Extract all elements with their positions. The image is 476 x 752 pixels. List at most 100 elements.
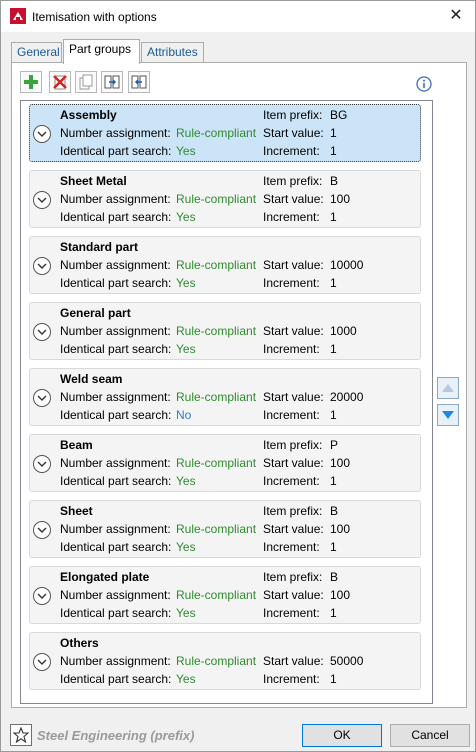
item-prefix-value: BG <box>330 108 348 122</box>
expand-button[interactable] <box>33 191 51 209</box>
increment-label: Increment: <box>263 408 320 422</box>
configuration-label: Steel Engineering (prefix) <box>37 728 195 743</box>
info-icon[interactable] <box>416 76 432 92</box>
number-assignment-value[interactable]: Rule-compliant <box>176 522 256 536</box>
item-prefix-label: Item prefix: <box>263 108 323 122</box>
increment-label: Increment: <box>263 144 320 158</box>
list-item-beam[interactable]: Beam Number assignment: Rule-compliant I… <box>29 434 421 492</box>
number-assignment-value[interactable]: Rule-compliant <box>176 456 256 470</box>
increment-value: 1 <box>330 606 337 620</box>
identical-part-search-label: Identical part search: <box>60 408 172 422</box>
number-assignment-value[interactable]: Rule-compliant <box>176 126 256 140</box>
ok-button[interactable]: OK <box>302 724 382 747</box>
expand-button[interactable] <box>33 323 51 341</box>
window-title: Itemisation with options <box>32 10 157 24</box>
expand-button[interactable] <box>33 587 51 605</box>
item-prefix-label: Item prefix: <box>263 570 323 584</box>
identical-part-search-label: Identical part search: <box>60 606 172 620</box>
number-assignment-value[interactable]: Rule-compliant <box>176 654 256 668</box>
number-assignment-label: Number assignment: <box>60 126 171 140</box>
part-groups-list: Assembly Number assignment: Rule-complia… <box>20 100 433 704</box>
expand-button[interactable] <box>33 653 51 671</box>
increment-value: 1 <box>330 276 337 290</box>
number-assignment-label: Number assignment: <box>60 456 171 470</box>
tab-general[interactable]: General <box>11 42 62 63</box>
footer-bar: Steel Engineering (prefix) OK Cancel <box>1 717 475 751</box>
number-assignment-value[interactable]: Rule-compliant <box>176 588 256 602</box>
chevron-down-icon <box>37 395 47 401</box>
number-assignment-label: Number assignment: <box>60 588 171 602</box>
identical-part-search-label: Identical part search: <box>60 144 172 158</box>
chevron-down-icon <box>37 527 47 533</box>
list-item-others[interactable]: Others Number assignment: Rule-compliant… <box>29 632 421 690</box>
star-icon <box>13 727 29 743</box>
list-item-sheet-metal[interactable]: Sheet Metal Number assignment: Rule-comp… <box>29 170 421 228</box>
number-assignment-value[interactable]: Rule-compliant <box>176 192 256 206</box>
number-assignment-label: Number assignment: <box>60 654 171 668</box>
item-prefix-label: Item prefix: <box>263 174 323 188</box>
identical-part-search-value[interactable]: Yes <box>176 276 196 290</box>
group-name: Weld seam <box>60 372 123 386</box>
import-button[interactable] <box>128 71 150 93</box>
increment-label: Increment: <box>263 276 320 290</box>
chevron-down-icon <box>37 461 47 467</box>
list-item-general-part[interactable]: General part Number assignment: Rule-com… <box>29 302 421 360</box>
expand-button[interactable] <box>33 125 51 143</box>
start-value: 100 <box>330 192 351 206</box>
start-value-label: Start value: <box>263 192 324 206</box>
chevron-down-icon <box>37 197 47 203</box>
group-name: Sheet Metal <box>60 174 127 188</box>
identical-part-search-value[interactable]: Yes <box>176 342 196 356</box>
export-button[interactable] <box>101 71 123 93</box>
list-item-weld-seam[interactable]: Weld seam Number assignment: Rule-compli… <box>29 368 421 426</box>
identical-part-search-value[interactable]: Yes <box>176 474 196 488</box>
identical-part-search-value[interactable]: Yes <box>176 606 196 620</box>
list-item-elongated-plate[interactable]: Elongated plate Number assignment: Rule-… <box>29 566 421 624</box>
increment-value: 1 <box>330 342 337 356</box>
number-assignment-value[interactable]: Rule-compliant <box>176 390 256 404</box>
item-prefix-label: Item prefix: <box>263 504 323 518</box>
expand-button[interactable] <box>33 257 51 275</box>
group-name: Assembly <box>60 108 117 122</box>
cancel-button[interactable]: Cancel <box>390 724 470 747</box>
identical-part-search-label: Identical part search: <box>60 540 172 554</box>
item-prefix-value: B <box>330 174 339 188</box>
identical-part-search-value[interactable]: Yes <box>176 540 196 554</box>
start-value: 1000 <box>330 324 357 338</box>
start-value-label: Start value: <box>263 126 324 140</box>
expand-button[interactable] <box>33 521 51 539</box>
start-value: 50000 <box>330 654 364 668</box>
identical-part-search-value[interactable]: Yes <box>176 210 196 224</box>
part-groups-panel: Assembly Number assignment: Rule-complia… <box>11 62 467 708</box>
copy-button[interactable] <box>75 71 97 93</box>
favorites-button[interactable] <box>10 724 32 746</box>
add-button[interactable] <box>20 71 42 93</box>
increment-label: Increment: <box>263 540 320 554</box>
increment-value: 1 <box>330 474 337 488</box>
expand-button[interactable] <box>33 389 51 407</box>
delete-button[interactable] <box>49 71 71 93</box>
group-name: Sheet <box>60 504 93 518</box>
start-value: 1 <box>330 126 337 140</box>
number-assignment-value[interactable]: Rule-compliant <box>176 258 256 272</box>
increment-label: Increment: <box>263 342 320 356</box>
tab-part-groups[interactable]: Part groups <box>63 39 140 64</box>
start-value-label: Start value: <box>263 588 324 602</box>
group-name: Standard part <box>60 240 139 254</box>
start-value: 100 <box>330 588 351 602</box>
identical-part-search-value[interactable]: Yes <box>176 144 196 158</box>
list-item-sheet[interactable]: Sheet Number assignment: Rule-compliant … <box>29 500 421 558</box>
identical-part-search-value[interactable]: Yes <box>176 672 196 686</box>
group-name: General part <box>60 306 131 320</box>
expand-button[interactable] <box>33 455 51 473</box>
app-icon <box>10 8 26 24</box>
number-assignment-value[interactable]: Rule-compliant <box>176 324 256 338</box>
move-down-button[interactable] <box>437 404 459 426</box>
identical-part-search-value[interactable]: No <box>176 408 191 422</box>
number-assignment-label: Number assignment: <box>60 258 171 272</box>
tab-attributes[interactable]: Attributes <box>141 42 204 63</box>
list-item-standard-part[interactable]: Standard part Number assignment: Rule-co… <box>29 236 421 294</box>
list-item-assembly[interactable]: Assembly Number assignment: Rule-complia… <box>29 104 421 162</box>
close-icon[interactable]: ✕ <box>444 5 468 27</box>
move-up-button[interactable] <box>437 377 459 399</box>
